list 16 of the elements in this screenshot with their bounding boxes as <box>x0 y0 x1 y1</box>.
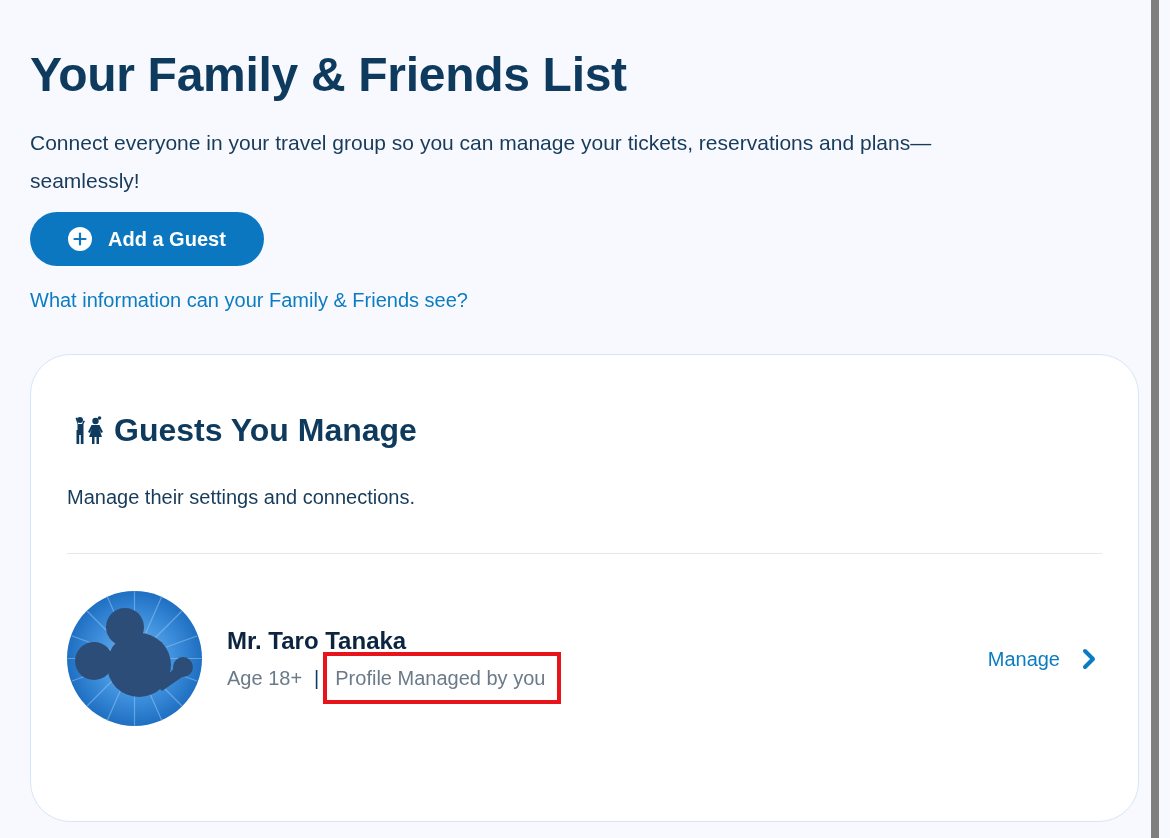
plus-circle-icon <box>68 227 92 251</box>
guest-status: Profile Managed by you <box>335 665 546 691</box>
guest-age: Age 18+ <box>227 665 303 691</box>
info-link[interactable]: What information can your Family & Friends see? <box>30 286 468 314</box>
intro-text: Connect everyone in your travel group so you can manage your tickets, reservations and plans—seamlessly! <box>30 130 933 194</box>
separator-text: | <box>314 665 320 691</box>
card-description: Manage their settings and connections. <box>67 485 415 510</box>
card-heading: Guests You Manage <box>114 411 417 450</box>
page-title: Your Family & Friends List <box>30 47 627 103</box>
manage-link[interactable]: Manage <box>987 643 1096 674</box>
guest-name: Mr. Taro Tanaka <box>227 625 407 656</box>
chevron-right-icon <box>1082 647 1096 670</box>
avatar-icon <box>67 591 202 726</box>
add-guest-button[interactable]: Add a Guest <box>30 212 264 266</box>
scrollbar[interactable] <box>1151 0 1159 838</box>
children-icon <box>74 415 104 445</box>
